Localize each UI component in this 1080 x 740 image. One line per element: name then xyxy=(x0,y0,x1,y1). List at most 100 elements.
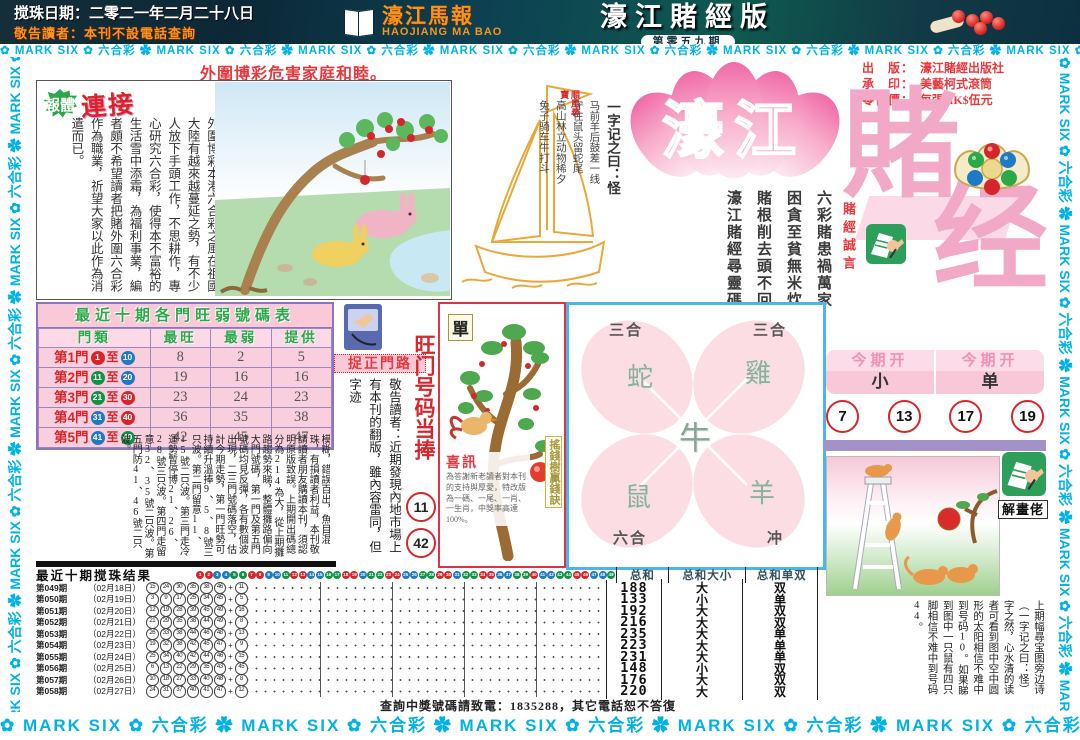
hot-table-value: 5 xyxy=(271,348,332,368)
result-date: （02月26日） xyxy=(88,674,146,686)
lotus-title: 濠江 xyxy=(628,80,840,170)
plus-sign: + xyxy=(227,641,234,650)
mini-ball: 11 xyxy=(282,571,290,579)
result-date: （02月23日） xyxy=(88,639,146,651)
mini-ball: 37 xyxy=(504,571,512,579)
mini-ball: 32 xyxy=(462,571,470,579)
rooster-illustration xyxy=(451,408,498,438)
hotline-bar: 查詢中獎號碼請致電：1835288，其它電話恕不答復 xyxy=(380,697,1040,714)
forecast-number: 19 xyxy=(1011,400,1044,433)
mini-ball: 20 xyxy=(359,571,367,579)
result-issue: 第054期 xyxy=(36,639,88,651)
forecast-value: 小 xyxy=(826,371,934,393)
hot-table-value: 35 xyxy=(211,408,271,428)
mini-ball: 33 xyxy=(470,571,478,579)
forecast-cell: 今期开小 xyxy=(826,350,934,394)
mini-ball: 7 xyxy=(248,571,256,579)
door-name: 第3門 xyxy=(54,388,89,407)
drawn-number: 41 xyxy=(200,685,213,698)
publisher-label: 出 版： xyxy=(862,60,920,76)
dot-grid xyxy=(248,651,606,663)
hot-pick-title: 旺门号码当捧 xyxy=(405,334,435,490)
trend-analysis-text: 模糊，錯誤百出，魚目混珠，有損讀者利益，本刊敬請讀者朋友購讀本刊，須認明原版致誤… xyxy=(38,434,330,560)
hot-table-value: 24 xyxy=(211,388,271,408)
drawn-number: 37 xyxy=(173,685,186,698)
number-ball: 10 xyxy=(121,351,135,365)
mini-ball: 2 xyxy=(205,571,213,579)
mini-ball: 38 xyxy=(513,571,521,579)
mini-ball: 43 xyxy=(556,571,564,579)
drawn-number: 24 xyxy=(146,685,159,698)
dot-grid xyxy=(248,663,606,675)
goat-illustration: 羊 xyxy=(749,473,775,510)
result-issue: 第053期 xyxy=(36,628,88,640)
plus-sign: + xyxy=(227,675,234,684)
zhi-label: 至 xyxy=(107,348,119,367)
mini-ball: 28 xyxy=(427,571,435,579)
hot-numbers-table: 最近十期各門旺弱號碼表 門類最旺最弱提供第1門1至10825第2門11至2019… xyxy=(36,302,334,450)
rabbits-tree-illustration xyxy=(215,82,450,296)
verse-line: 濠江賭經尋靈碼 xyxy=(718,190,748,312)
result-row: 第058期（02月27日）243137404147+12220大双 xyxy=(36,686,818,698)
mini-ball: 9 xyxy=(265,571,273,579)
publisher-value: 濠江賭經出版社 xyxy=(920,60,1004,76)
mini-ball: 5 xyxy=(230,571,238,579)
hot-table-header: 最旺 xyxy=(150,329,210,348)
banner-left: 搅珠日期：二零二一年二月二十八日 敬告讀者：本刊不設電話查詢 xyxy=(14,2,344,42)
masthead-title: 濠江馬報 xyxy=(382,6,502,27)
mini-ball: 45 xyxy=(573,571,581,579)
hot-table-value: 16 xyxy=(211,368,271,388)
verse-line: 困貪至貧無米炊 xyxy=(778,190,808,312)
mini-ball: 36 xyxy=(496,571,504,579)
dot-grid xyxy=(248,686,606,698)
mini-ball: 15 xyxy=(316,571,324,579)
mini-ball: 19 xyxy=(350,571,358,579)
newspaper-page: 搅珠日期：二零二一年二月二十八日 敬告讀者：本刊不設電話查詢 濠江馬報 HAOJ… xyxy=(0,0,1080,740)
result-date: （02月25日） xyxy=(88,662,146,674)
hot-table-header: 門類 xyxy=(39,329,151,348)
result-date: （02月21日） xyxy=(88,616,146,628)
forecast-number: 7 xyxy=(826,400,859,433)
mini-ball: 10 xyxy=(273,571,281,579)
number-ball: 30 xyxy=(121,391,135,405)
mini-ball: 40 xyxy=(530,571,538,579)
drawn-number: 47 xyxy=(214,685,227,698)
forecast-number: 13 xyxy=(888,400,921,433)
mini-ball: 34 xyxy=(479,571,487,579)
forecast-number: 17 xyxy=(949,400,982,433)
door-range: 第1門1至10 xyxy=(39,348,150,367)
plus-sign: + xyxy=(227,606,234,615)
forecast-label: 今期开 xyxy=(936,350,1044,371)
result-issue: 第057期 xyxy=(36,674,88,686)
masthead-subtitle: HAOJIANG MA BAO xyxy=(382,27,502,38)
mini-ball: 6 xyxy=(239,571,247,579)
hot-table-header: 最弱 xyxy=(211,329,271,348)
hot-pick-number: 42 xyxy=(406,528,436,558)
relation-label-liuhe: 六合 xyxy=(613,527,647,548)
comic-panel: 報體 連接 外圍博彩本港六合彩之風在祖國大陸有越來越蔓延之勢，有不少人放下手頭工… xyxy=(36,80,452,300)
mini-ball: 12 xyxy=(290,571,298,579)
reader-notice: 敬告讀者：本刊不設電話查詢 xyxy=(14,23,344,42)
mini-ball: 25 xyxy=(402,571,410,579)
grid-divider xyxy=(464,582,465,697)
riddle-line: 马前羊后鼓差一线 xyxy=(585,100,602,300)
verse-line: 賭根削去頭不回 xyxy=(748,190,778,312)
zhi-label: 至 xyxy=(107,368,119,387)
mini-ball: 18 xyxy=(342,571,350,579)
relation-label-sanhe-2: 三合 xyxy=(753,319,787,340)
door-range: 第3門21至30 xyxy=(39,388,150,407)
mini-ball: 48 xyxy=(599,571,607,579)
plus-sign: + xyxy=(227,664,234,673)
plus-sign: + xyxy=(227,583,234,592)
mark-six-strip-bottom: ✿ MARK SIX ✿ 六合彩 ✿ MARK SIX ✿ 六合彩 ✿ MARK… xyxy=(0,712,1080,740)
result-balls: 243137404147+12 xyxy=(146,685,248,698)
mini-ball: 35 xyxy=(487,571,495,579)
riddle-poem: 一字记之曰：怪 马前羊后鼓差一线守住鼠头留蛇尾高山林立动物稀夕兔子骑车牛打斗 xyxy=(539,100,623,300)
mini-ball: 27 xyxy=(419,571,427,579)
plus-sign: + xyxy=(227,652,234,661)
mini-ball: 8 xyxy=(256,571,264,579)
result-issue: 第050期 xyxy=(36,593,88,605)
publisher-row: 出 版：濠江賭經出版社 xyxy=(862,60,1048,76)
comic-essay: 外圍博彩本港六合彩之風在祖國大陸有越來越蔓延之勢，有不少人放下手頭工作，不思耕作… xyxy=(45,117,221,293)
riddle-line: 守住鼠头留蛇尾 xyxy=(568,100,585,300)
